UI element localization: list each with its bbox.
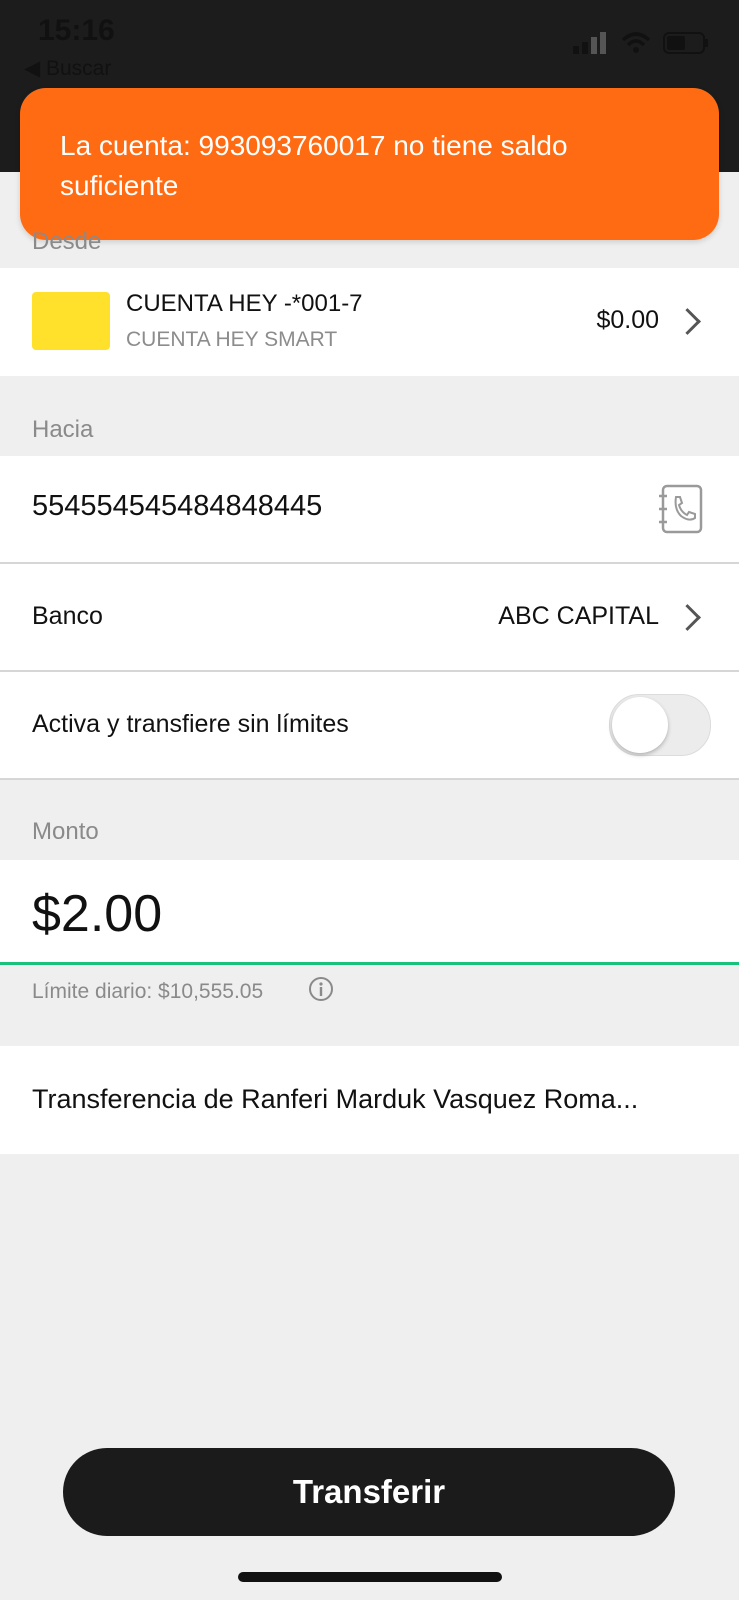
bank-label: Banco: [32, 602, 103, 630]
concept-value[interactable]: Transferencia de Ranferi Marduk Vasquez …: [32, 1084, 638, 1115]
transfer-button[interactable]: Transferir: [63, 1448, 675, 1536]
chevron-right-icon: [674, 604, 701, 631]
toast-message: La cuenta: 993093760017 no tiene saldo s…: [60, 130, 568, 201]
source-account-row[interactable]: CUENTA HEY -*001-7 CUENTA HEY SMART $0.0…: [0, 268, 739, 376]
destination-account-number[interactable]: 554554545484848445: [32, 490, 322, 523]
battery-icon: [663, 32, 709, 59]
signal-icon: [573, 32, 609, 59]
destination-account-row[interactable]: 554554545484848445: [0, 456, 739, 564]
toggle-knob: [612, 697, 668, 753]
account-card-thumbnail: [32, 292, 110, 350]
contacts-book-icon[interactable]: [659, 484, 705, 539]
source-account-balance: $0.00: [596, 306, 659, 334]
chevron-right-icon: [674, 308, 701, 335]
unlimited-transfer-row: Activa y transfiere sin límites: [0, 672, 739, 780]
source-account-type: CUENTA HEY SMART: [126, 328, 338, 351]
status-time: 15:16: [38, 14, 115, 47]
section-label-hacia: Hacia: [32, 416, 94, 443]
back-to-search-link[interactable]: ◀ Buscar: [24, 56, 111, 81]
wifi-icon: [621, 32, 651, 59]
bank-row[interactable]: Banco ABC CAPITAL: [0, 564, 739, 672]
home-indicator: [238, 1572, 502, 1582]
section-label-desde: Desde: [32, 228, 102, 255]
section-label-monto: Monto: [32, 818, 99, 845]
info-icon[interactable]: [308, 976, 334, 1007]
amount-field[interactable]: $2.00: [0, 860, 739, 965]
source-account-name: CUENTA HEY -*001-7: [126, 290, 363, 317]
amount-value[interactable]: $2.00: [32, 884, 162, 944]
bank-value: ABC CAPITAL: [498, 602, 659, 630]
unlimited-transfer-toggle[interactable]: [609, 694, 711, 756]
unlimited-transfer-label: Activa y transfiere sin límites: [32, 710, 349, 738]
daily-limit-text: Límite diario: $10,555.05: [32, 980, 264, 1003]
insufficient-balance-toast[interactable]: La cuenta: 993093760017 no tiene saldo s…: [20, 88, 719, 240]
concept-field[interactable]: Transferencia de Ranferi Marduk Vasquez …: [0, 1046, 739, 1154]
status-icons: [573, 32, 709, 59]
